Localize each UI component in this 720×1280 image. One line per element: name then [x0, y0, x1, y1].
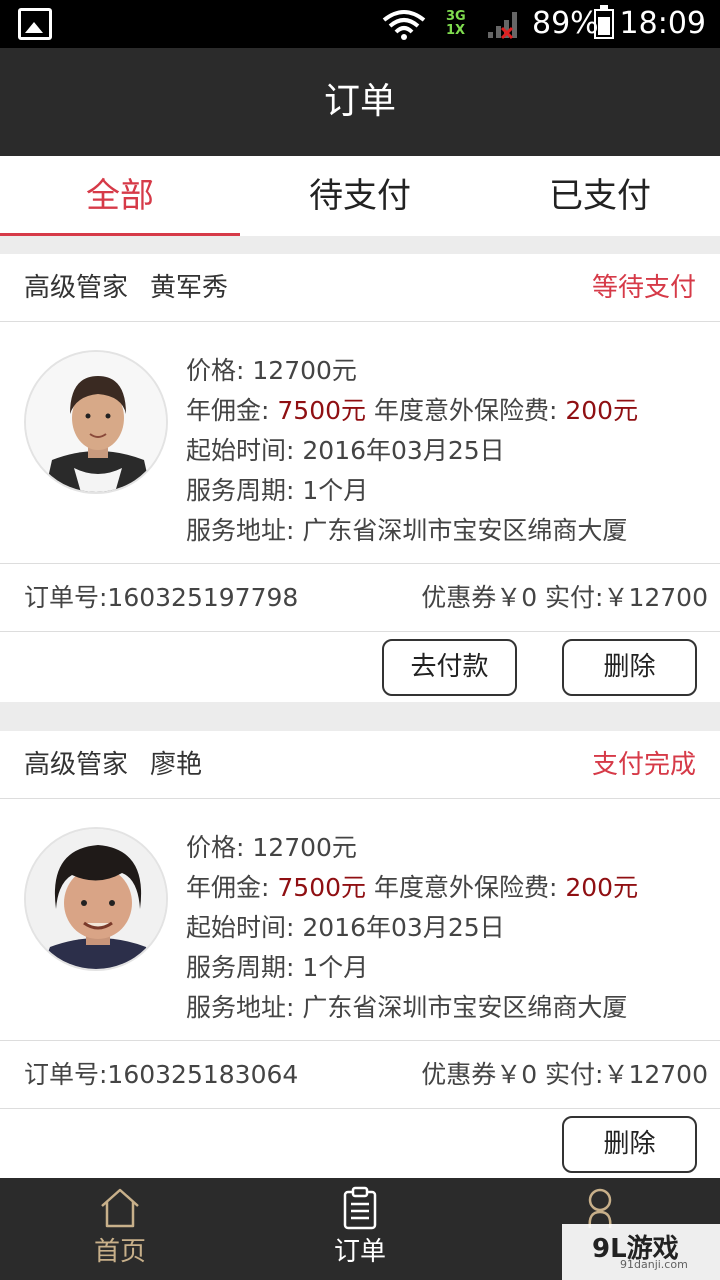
service-address-row: 服务地址: 广东省深圳市宝安区绵商大厦 — [186, 993, 628, 1022]
commission-row: 年佣金: 7500元 年度意外保险费: 200元 — [186, 396, 639, 425]
tab-all[interactable]: 全部 — [0, 156, 240, 236]
commission-row: 年佣金: 7500元 年度意外保险费: 200元 — [186, 873, 639, 902]
nav-orders[interactable]: 订单 — [240, 1178, 480, 1280]
start-time-row: 起始时间: 2016年03月25日 — [186, 436, 505, 465]
start-time-value: 2016年03月25日 — [302, 913, 505, 942]
delete-button[interactable]: 删除 — [562, 1116, 697, 1173]
price-value: 12700元 — [252, 833, 357, 862]
tab-paid[interactable]: 已支付 — [480, 156, 720, 236]
order-details: 价格: 12700元 年佣金: 7500元 年度意外保险费: 200元 起始时间… — [0, 322, 720, 564]
order-number: 订单号:160325183064 — [24, 1060, 299, 1089]
watermark-logo: 9L游戏 91danji.com — [562, 1224, 720, 1280]
status-bar: 3G 1X 89% 18:09 — [0, 0, 720, 48]
order-header: 高级管家 廖艳 支付完成 — [0, 731, 720, 799]
housekeeper-role: 高级管家 — [24, 273, 129, 303]
housekeeper-title: 高级管家 黄军秀 — [24, 254, 250, 322]
price-value: 12700元 — [252, 356, 357, 385]
nav-orders-label: 订单 — [333, 1237, 386, 1267]
order-card: 高级管家 黄军秀 等待支付 价格: 12700元 年佣金: 7500元 年度意外保… — [0, 254, 720, 702]
network-type: 3G 1X — [446, 9, 466, 38]
delete-button[interactable]: 删除 — [562, 639, 697, 696]
battery-percent: 89% — [532, 6, 599, 41]
commission-value: 7500元 — [277, 873, 367, 902]
order-number: 订单号:160325197798 — [24, 583, 299, 612]
watermark-url: 91danji.com — [620, 1258, 688, 1271]
service-address-value: 广东省深圳市宝安区绵商大厦 — [302, 516, 628, 545]
clock: 18:09 — [619, 6, 706, 41]
housekeeper-title: 高级管家 廖艳 — [24, 731, 224, 799]
order-actions: 删除 — [0, 1109, 720, 1179]
order-summary: 订单号:160325183064 优惠券￥0 实付:￥12700 — [0, 1041, 720, 1109]
housekeeper-name: 廖艳 — [150, 750, 203, 780]
service-period-row: 服务周期: 1个月 — [186, 953, 369, 982]
page-title: 订单 — [323, 81, 396, 122]
price-row: 价格: 12700元 — [186, 356, 357, 385]
avatar — [24, 827, 168, 971]
order-status: 支付完成 — [591, 750, 696, 780]
order-status: 等待支付 — [591, 273, 696, 303]
nav-home[interactable]: 首页 — [0, 1178, 240, 1280]
clipboard-icon — [343, 1186, 377, 1230]
insurance-value: 200元 — [565, 396, 639, 425]
insurance-value: 200元 — [565, 873, 639, 902]
housekeeper-role: 高级管家 — [24, 750, 129, 780]
start-time-value: 2016年03月25日 — [302, 436, 505, 465]
service-period-value: 1个月 — [302, 953, 369, 982]
payment-summary: 优惠券￥0 实付:￥12700 — [421, 1060, 708, 1089]
order-actions: 去付款 删除 — [0, 632, 720, 702]
order-summary: 订单号:160325197798 优惠券￥0 实付:￥12700 — [0, 564, 720, 632]
avatar — [24, 350, 168, 494]
tab-bar: 全部 待支付 已支付 — [0, 156, 720, 236]
service-address-row: 服务地址: 广东省深圳市宝安区绵商大厦 — [186, 516, 628, 545]
nav-home-label: 首页 — [93, 1237, 146, 1267]
order-info: 价格: 12700元 年佣金: 7500元 年度意外保险费: 200元 起始时间… — [186, 352, 638, 550]
signal-icon — [488, 12, 517, 40]
order-info: 价格: 12700元 年佣金: 7500元 年度意外保险费: 200元 起始时间… — [186, 829, 638, 1027]
battery-icon — [594, 5, 614, 39]
start-time-row: 起始时间: 2016年03月25日 — [186, 913, 505, 942]
service-period-row: 服务周期: 1个月 — [186, 476, 369, 505]
payment-summary: 优惠券￥0 实付:￥12700 — [421, 583, 708, 612]
service-period-value: 1个月 — [302, 476, 369, 505]
order-header: 高级管家 黄军秀 等待支付 — [0, 254, 720, 322]
pay-button[interactable]: 去付款 — [382, 639, 517, 696]
housekeeper-name: 黄军秀 — [150, 273, 229, 303]
order-card: 高级管家 廖艳 支付完成 价格: 12700元 年佣金: 7500元 年度意外保险… — [0, 731, 720, 1179]
home-icon — [101, 1188, 139, 1228]
app-bar: 订单 — [0, 48, 720, 156]
order-details: 价格: 12700元 年佣金: 7500元 年度意外保险费: 200元 起始时间… — [0, 799, 720, 1041]
gallery-icon — [18, 8, 52, 40]
wifi-icon — [382, 10, 426, 40]
tab-pending-payment[interactable]: 待支付 — [240, 156, 480, 236]
price-row: 价格: 12700元 — [186, 833, 357, 862]
service-address-value: 广东省深圳市宝安区绵商大厦 — [302, 993, 628, 1022]
commission-value: 7500元 — [277, 396, 367, 425]
